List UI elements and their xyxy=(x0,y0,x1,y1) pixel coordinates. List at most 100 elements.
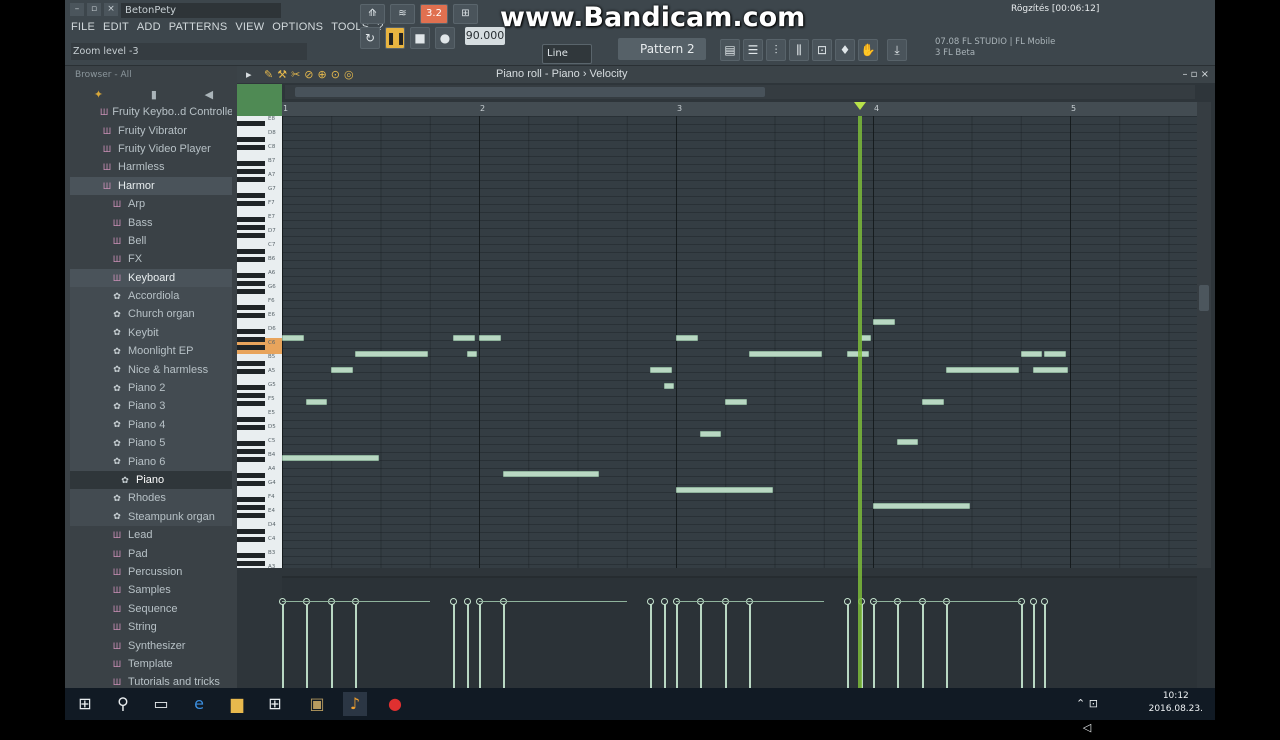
news-panel[interactable]: 07.08 FL STUDIO | FL Mobile 3 FL Beta xyxy=(935,37,1070,61)
time-ruler[interactable]: 1 2 3 4 5 xyxy=(282,102,1197,116)
browser-item[interactable]: ✿ Piano 6 xyxy=(70,452,232,471)
browser-item[interactable]: Ш Bell xyxy=(70,232,232,250)
black-key[interactable] xyxy=(237,345,265,350)
velocity-bar[interactable] xyxy=(479,600,481,688)
tempo-display[interactable]: 90.000 xyxy=(465,27,505,45)
velocity-bar[interactable] xyxy=(748,600,751,688)
browser-item[interactable]: Ш Lead xyxy=(70,526,232,544)
browser-item[interactable]: Ш Harmor xyxy=(70,176,232,195)
black-key[interactable] xyxy=(237,145,265,150)
browser-item[interactable]: Ш Samples xyxy=(70,581,232,599)
clock[interactable]: 10:12 2016.08.23. xyxy=(1149,690,1203,716)
note[interactable] xyxy=(453,335,475,341)
black-key[interactable] xyxy=(237,225,265,230)
note[interactable] xyxy=(676,335,698,341)
pattern-mode-icon[interactable]: ⟰ xyxy=(360,4,385,24)
black-key[interactable] xyxy=(237,497,265,502)
velocity-bar[interactable] xyxy=(282,600,284,688)
black-key[interactable] xyxy=(237,553,265,558)
note[interactable] xyxy=(1032,367,1068,373)
browser-item[interactable]: ✿ Church organ xyxy=(70,305,232,324)
fl-studio-taskbar-icon[interactable]: ♪ xyxy=(343,692,367,716)
note[interactable] xyxy=(305,399,328,405)
browser-icon[interactable]: ⊡ xyxy=(812,39,832,61)
velocity-bar[interactable] xyxy=(502,600,505,688)
black-key[interactable] xyxy=(237,457,265,462)
note-grid[interactable] xyxy=(282,116,1197,568)
black-key[interactable] xyxy=(237,329,265,334)
black-key[interactable] xyxy=(237,177,265,182)
note[interactable] xyxy=(354,351,428,357)
black-key[interactable] xyxy=(237,481,265,486)
black-key[interactable] xyxy=(237,201,265,206)
note[interactable] xyxy=(282,335,304,341)
tool-corner[interactable] xyxy=(237,84,282,116)
velocity-bar[interactable] xyxy=(896,600,899,688)
search-icon[interactable]: ⚲ xyxy=(111,692,135,716)
browser-item[interactable]: ✿ Accordiola xyxy=(70,286,232,306)
velocity-handle[interactable] xyxy=(1029,598,1037,605)
velocity-bar[interactable] xyxy=(453,600,456,688)
snap-select[interactable]: Line xyxy=(542,44,592,64)
note[interactable] xyxy=(861,335,871,341)
black-key[interactable] xyxy=(237,337,265,342)
song-position[interactable]: 3.2 xyxy=(420,4,448,24)
browser-item[interactable]: Ш String xyxy=(70,618,232,636)
note[interactable] xyxy=(748,351,822,357)
velocity-handle[interactable] xyxy=(844,598,852,605)
velocity-bar[interactable] xyxy=(331,600,334,688)
black-key[interactable] xyxy=(237,513,265,518)
velocity-bar[interactable] xyxy=(1032,600,1035,688)
restore-icon[interactable]: ▫ xyxy=(87,3,101,16)
tool-icons[interactable]: ✎⚒✂⊘⊕⊙◎ xyxy=(264,66,358,83)
vertical-scrollbar[interactable] xyxy=(1197,102,1211,568)
black-key[interactable] xyxy=(237,193,265,198)
close-icon[interactable]: × xyxy=(104,3,118,16)
velocity-bar[interactable] xyxy=(847,600,850,688)
black-key[interactable] xyxy=(237,257,265,262)
task-view-icon[interactable]: ▭ xyxy=(149,692,173,716)
black-key[interactable] xyxy=(237,385,265,390)
velocity-bar[interactable] xyxy=(467,600,470,688)
store-icon[interactable]: ⊞ xyxy=(263,692,287,716)
browser-item[interactable]: ✿ Nice & harmless xyxy=(70,360,232,379)
edge-icon[interactable]: e xyxy=(187,692,211,716)
velocity-bar[interactable] xyxy=(676,600,678,688)
black-key[interactable] xyxy=(237,273,265,278)
note[interactable] xyxy=(467,351,477,357)
song-mode-icon[interactable]: ≋ xyxy=(390,4,415,24)
black-key[interactable] xyxy=(237,537,265,542)
black-key[interactable] xyxy=(237,233,265,238)
note[interactable] xyxy=(699,431,722,437)
browser-item[interactable]: ✿ Rhodes xyxy=(70,489,232,508)
black-key[interactable] xyxy=(237,417,265,422)
note[interactable] xyxy=(502,471,600,477)
velocity-bar[interactable] xyxy=(945,600,948,688)
velocity-handle[interactable] xyxy=(450,598,458,605)
stop-button[interactable]: ■ xyxy=(410,27,430,49)
explorer-icon[interactable]: ▆ xyxy=(225,692,249,716)
browser-item[interactable]: Ш Pad xyxy=(70,544,232,562)
browser-item[interactable]: ✿ Keybit xyxy=(70,323,232,343)
browser-item[interactable]: Ш Synthesizer xyxy=(70,636,232,654)
note[interactable] xyxy=(282,455,379,461)
note[interactable] xyxy=(650,367,672,373)
loop-icon[interactable]: ↻ xyxy=(360,27,380,49)
velocity-bar[interactable] xyxy=(699,600,702,688)
black-key[interactable] xyxy=(237,529,265,534)
velocity-handle[interactable] xyxy=(1041,598,1049,605)
velocity-lane[interactable] xyxy=(279,576,1197,688)
black-key[interactable] xyxy=(237,441,265,446)
tray-icons[interactable]: ⌃ ⊡ ◁ xyxy=(1075,692,1099,734)
meter-icon[interactable]: ⊞ xyxy=(453,4,478,24)
velocity-bar[interactable] xyxy=(922,600,925,688)
black-key[interactable] xyxy=(237,393,265,398)
vertical-scroll-thumb[interactable] xyxy=(1199,285,1209,311)
browser-item[interactable]: Ш Tutorials and tricks xyxy=(70,673,232,688)
note[interactable] xyxy=(922,399,944,405)
velocity-bar[interactable] xyxy=(1044,600,1047,688)
note[interactable] xyxy=(1020,351,1043,357)
velocity-bar[interactable] xyxy=(650,600,653,688)
note[interactable] xyxy=(479,335,501,341)
browser-header[interactable]: Browser - All xyxy=(70,66,237,84)
